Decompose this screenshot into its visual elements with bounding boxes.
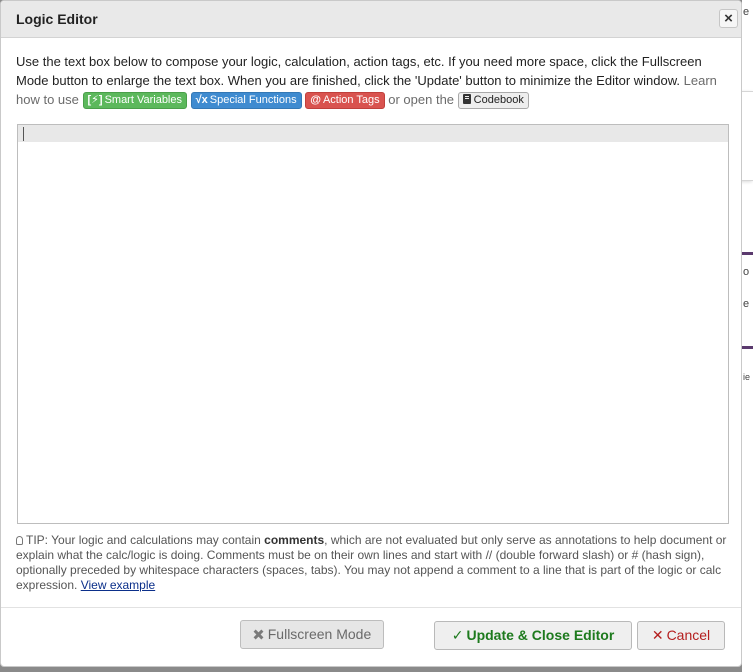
book-icon [462,94,471,104]
intro-text: Use the text box below to compose your l… [16,52,728,109]
square-root-icon: √x [195,94,208,106]
active-line [18,125,728,142]
open-text: or open the [388,92,455,107]
cancel-button[interactable]: ✕ Cancel [637,621,725,650]
check-icon: ✓ [451,627,464,643]
smart-variables-button[interactable]: [⚡] Smart Variables [82,92,187,109]
dialog-title: Logic Editor [16,11,98,27]
fullscreen-mode-button[interactable]: Fullscreen Mode [240,620,384,649]
background-divider [742,252,753,255]
background-divider [742,346,753,349]
background-text-fragment: o [743,266,750,278]
footer-divider [1,607,741,608]
tip-bold-comments: comments [264,533,325,547]
tip-text: TIP: Your logic and calculations may con… [16,533,728,593]
intro-instructions: Use the text box below to compose your l… [16,54,702,88]
close-icon: × [724,10,733,27]
special-functions-button[interactable]: √x Special Functions [190,92,302,109]
x-icon: ✕ [651,627,664,643]
background-text-fragment: e [743,6,750,18]
background-text-fragment: e [743,298,750,310]
logic-textarea[interactable] [17,124,729,524]
action-tags-label: Action Tags [322,94,380,106]
update-close-editor-button[interactable]: ✓ Update & Close Editor [434,621,632,650]
tip-prefix: TIP: Your logic and calculations may con… [26,533,265,547]
dialog-titlebar: Logic Editor × [1,1,741,38]
at-icon: @ [310,94,321,106]
logic-editor-dialog: Logic Editor × Use the text box below to… [0,0,742,667]
text-cursor [23,127,24,141]
close-button[interactable]: × [719,9,738,28]
lightbulb-icon [16,536,23,545]
expand-icon [253,629,264,640]
cancel-label: Cancel [666,627,711,643]
update-label: Update & Close Editor [466,627,615,643]
action-tags-button[interactable]: @ Action Tags [305,92,385,109]
smart-variables-label: Smart Variables [104,94,182,106]
special-functions-label: Special Functions [209,94,297,106]
codebook-label: Codebook [473,94,524,106]
lightning-icon: [⚡] [87,94,103,106]
view-example-link[interactable]: View example [81,578,155,592]
background-text-fragment: ie [743,372,751,382]
fullscreen-label: Fullscreen Mode [267,626,372,642]
codebook-button[interactable]: Codebook [457,92,529,109]
